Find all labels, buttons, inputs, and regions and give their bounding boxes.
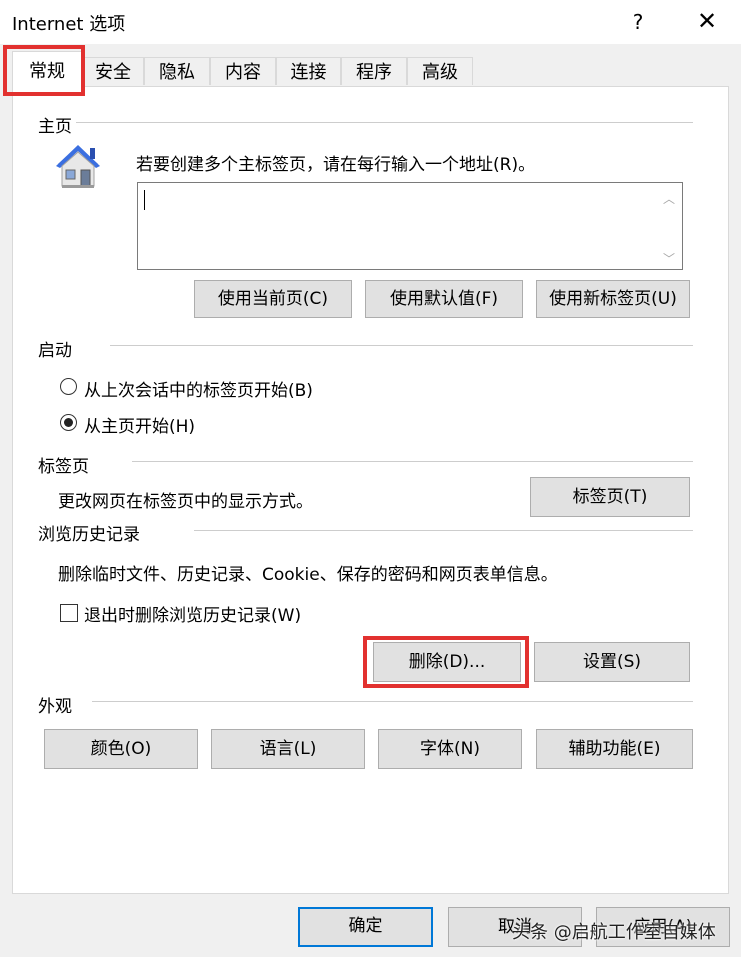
tab-advanced[interactable]: 高级 — [407, 57, 473, 85]
tab-privacy[interactable]: 隐私 — [144, 57, 210, 85]
tab-content[interactable]: 内容 — [210, 57, 276, 85]
ok-button[interactable]: 确定 — [298, 907, 433, 947]
tab-security[interactable]: 安全 — [82, 57, 144, 85]
help-button[interactable]: ? — [628, 10, 648, 34]
tab-programs[interactable]: 程序 — [341, 57, 407, 85]
startup-homepage-label: 从主页开始(H) — [84, 417, 196, 437]
history-section-label: 浏览历史记录 — [38, 525, 140, 545]
tab-connections[interactable]: 连接 — [276, 57, 341, 85]
startup-homepage-radio[interactable] — [60, 414, 77, 431]
delete-history-button[interactable]: 删除(D)... — [373, 642, 521, 682]
languages-button[interactable]: 语言(L) — [211, 729, 365, 769]
colors-button[interactable]: 颜色(O) — [44, 729, 198, 769]
startup-divider — [110, 345, 693, 346]
startup-last-session-radio[interactable] — [60, 378, 77, 395]
startup-section-label: 启动 — [38, 341, 72, 361]
homepage-url-textarea[interactable] — [137, 182, 683, 270]
scroll-up-arrow-icon[interactable]: ︿ — [656, 190, 682, 207]
use-new-tab-button[interactable]: 使用新标签页(U) — [536, 280, 690, 318]
watermark-text: 头条 @启航工作室自媒体 — [512, 922, 716, 943]
homepage-instruction: 若要创建多个主标签页，请在每行输入一个地址(R)。 — [136, 155, 536, 175]
text-caret — [144, 190, 145, 210]
history-settings-button[interactable]: 设置(S) — [534, 642, 690, 682]
scroll-down-arrow-icon[interactable]: ﹀ — [656, 250, 682, 267]
tabs-description: 更改网页在标签页中的显示方式。 — [58, 492, 313, 512]
history-divider — [194, 530, 693, 531]
close-button[interactable]: ✕ — [692, 6, 722, 36]
tabs-divider — [132, 461, 693, 462]
use-current-button[interactable]: 使用当前页(C) — [194, 280, 352, 318]
tabs-settings-button[interactable]: 标签页(T) — [530, 477, 690, 517]
startup-last-session-label: 从上次会话中的标签页开始(B) — [84, 381, 313, 401]
use-default-button[interactable]: 使用默认值(F) — [365, 280, 523, 318]
accessibility-button[interactable]: 辅助功能(E) — [536, 729, 693, 769]
delete-on-exit-label: 退出时删除浏览历史记录(W) — [84, 606, 302, 626]
window-title: Internet 选项 — [12, 14, 126, 35]
history-description: 删除临时文件、历史记录、Cookie、保存的密码和网页表单信息。 — [58, 565, 558, 585]
tab-general[interactable]: 常规 — [12, 51, 82, 94]
homepage-divider — [76, 122, 693, 123]
fonts-button[interactable]: 字体(N) — [378, 729, 522, 769]
appearance-section-label: 外观 — [38, 697, 72, 717]
appearance-divider — [92, 701, 693, 702]
homepage-section-label: 主页 — [38, 117, 72, 137]
tabs-section-label: 标签页 — [38, 457, 89, 477]
home-icon — [56, 145, 100, 188]
delete-on-exit-checkbox[interactable] — [60, 604, 78, 622]
